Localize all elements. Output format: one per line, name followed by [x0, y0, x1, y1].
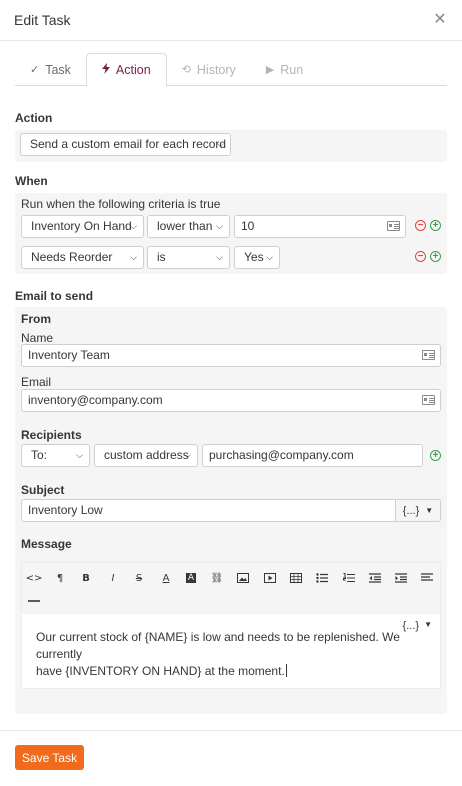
- save-task-button[interactable]: Save Task: [15, 745, 84, 770]
- chevron-down-icon: ⌵: [184, 450, 191, 460]
- chevron-down-icon: ⌵: [217, 139, 224, 149]
- rule-2-operator: is: [157, 250, 166, 264]
- chevron-down-icon: ⌵: [216, 252, 223, 262]
- recipient-type: To:: [31, 448, 48, 462]
- from-name-value: Inventory Team: [28, 348, 110, 362]
- subject-value: Inventory Low: [28, 503, 103, 517]
- font-color-icon[interactable]: A: [157, 570, 175, 586]
- tab-task[interactable]: ✓ Task: [15, 53, 86, 86]
- subject-heading: Subject: [21, 483, 65, 497]
- link-icon[interactable]: ⛓: [208, 570, 226, 586]
- add-rule-1-icon[interactable]: +: [430, 220, 441, 231]
- dialog-title: Edit Task: [14, 12, 71, 28]
- from-heading: From: [21, 312, 51, 326]
- recipient-address: purchasing@company.com: [209, 448, 354, 462]
- message-line-2: have {INVENTORY ON HAND} at the moment.: [36, 663, 421, 680]
- add-rule-2-icon[interactable]: +: [430, 251, 441, 262]
- recipients-heading: Recipients: [21, 428, 82, 442]
- align-icon[interactable]: [418, 570, 436, 586]
- braces-icon: {...}: [402, 504, 420, 517]
- recipient-mode: custom address: [104, 448, 189, 462]
- dialog-header: Edit Task ✕: [0, 0, 462, 41]
- chevron-down-icon: ⌵: [130, 252, 137, 262]
- email-heading: Email to send: [15, 289, 94, 303]
- message-heading: Message: [21, 537, 72, 551]
- chevron-down-icon: ⌵: [216, 221, 223, 231]
- bold-icon[interactable]: B: [77, 570, 95, 586]
- rule-1-field: Inventory On Hand: [31, 219, 132, 233]
- remove-rule-2-icon[interactable]: −: [415, 251, 426, 262]
- rule-2-operator-select[interactable]: is ⌵: [147, 246, 230, 269]
- field-picker-icon[interactable]: [422, 350, 435, 360]
- tab-bar: ✓ Task Action ⟲ History ▶ Run: [15, 53, 447, 87]
- paragraph-icon[interactable]: ¶: [51, 570, 69, 586]
- rule-1-operator-select[interactable]: lower than ⌵: [147, 215, 230, 238]
- chevron-down-icon: ⌵: [76, 450, 83, 460]
- action-select-value: Send a custom email for each record: [30, 137, 227, 151]
- rule-1-value-input[interactable]: 10: [234, 215, 406, 238]
- field-picker-icon[interactable]: [387, 221, 400, 231]
- video-icon[interactable]: [261, 570, 279, 586]
- rule-1-field-select[interactable]: Inventory On Hand ⌵: [21, 215, 144, 238]
- chevron-down-icon: ⌵: [130, 221, 137, 231]
- action-heading: Action: [15, 111, 53, 125]
- recipient-mode-select[interactable]: custom address ⌵: [94, 444, 198, 467]
- recipient-type-select[interactable]: To: ⌵: [21, 444, 90, 467]
- from-email-input[interactable]: inventory@company.com: [21, 389, 441, 412]
- message-line-2-text: have {INVENTORY ON HAND} at the moment.: [36, 664, 285, 678]
- tab-history[interactable]: ⟲ History: [167, 53, 251, 86]
- remove-rule-1-icon[interactable]: −: [415, 220, 426, 231]
- tab-action[interactable]: Action: [85, 53, 167, 87]
- code-view-icon[interactable]: <>: [25, 570, 43, 586]
- bullet-list-icon[interactable]: [313, 570, 331, 586]
- from-name-input[interactable]: Inventory Team: [21, 344, 441, 367]
- table-icon[interactable]: [287, 570, 305, 586]
- when-intro: Run when the following criteria is true: [21, 197, 221, 211]
- close-icon[interactable]: ✕: [432, 12, 448, 28]
- rule-2-value-select[interactable]: Yes ⌵: [234, 246, 280, 269]
- tab-history-label: History: [196, 62, 236, 77]
- text-cursor: [285, 664, 287, 677]
- italic-icon[interactable]: I: [104, 570, 122, 586]
- horizontal-rule-icon[interactable]: [25, 593, 43, 609]
- subject-insert-field-button[interactable]: {...} ▼: [395, 499, 441, 522]
- action-select[interactable]: Send a custom email for each record ⌵: [20, 133, 231, 156]
- check-icon: ✓: [30, 64, 40, 76]
- strikethrough-icon[interactable]: S: [130, 570, 148, 586]
- field-picker-icon[interactable]: [422, 395, 435, 405]
- rule-1-operator: lower than: [157, 219, 213, 233]
- rule-2-field: Needs Reorder: [31, 250, 113, 264]
- tab-run[interactable]: ▶ Run: [251, 53, 318, 86]
- indent-icon[interactable]: [392, 570, 410, 586]
- when-heading: When: [15, 174, 48, 188]
- image-icon[interactable]: [234, 570, 252, 586]
- rule-2-value: Yes: [244, 250, 264, 264]
- recipient-address-input[interactable]: purchasing@company.com: [202, 444, 423, 467]
- subject-input[interactable]: Inventory Low: [21, 499, 396, 522]
- from-email-value: inventory@company.com: [28, 393, 163, 407]
- history-icon: ⟲: [181, 64, 191, 76]
- play-icon: ▶: [265, 64, 275, 76]
- add-recipient-icon[interactable]: +: [430, 450, 441, 461]
- background-color-icon[interactable]: A: [182, 570, 200, 586]
- caret-down-icon: ▼: [425, 506, 434, 515]
- tab-action-label: Action: [115, 63, 151, 77]
- rule-1-value: 10: [241, 219, 255, 233]
- message-line-1: Our current stock of {NAME} is low and n…: [36, 630, 400, 661]
- tab-run-label: Run: [280, 62, 304, 77]
- footer-divider: [0, 730, 462, 731]
- message-editor: <> ¶ B I S A A ⛓ {...} ▼ Our current sto…: [21, 562, 441, 689]
- editor-toolbar: <> ¶ B I S A A ⛓: [22, 563, 440, 614]
- from-name-label: Name: [21, 331, 54, 345]
- caret-down-icon: ▼: [424, 620, 432, 629]
- bolt-icon: [101, 63, 110, 77]
- outdent-icon[interactable]: [366, 570, 384, 586]
- chevron-down-icon: ⌵: [266, 252, 273, 262]
- numbered-list-icon[interactable]: [340, 570, 358, 586]
- tab-task-label: Task: [45, 62, 71, 77]
- message-body[interactable]: Our current stock of {NAME} is low and n…: [36, 629, 421, 680]
- rule-2-field-select[interactable]: Needs Reorder ⌵: [21, 246, 144, 269]
- from-email-label: Email: [21, 375, 52, 389]
